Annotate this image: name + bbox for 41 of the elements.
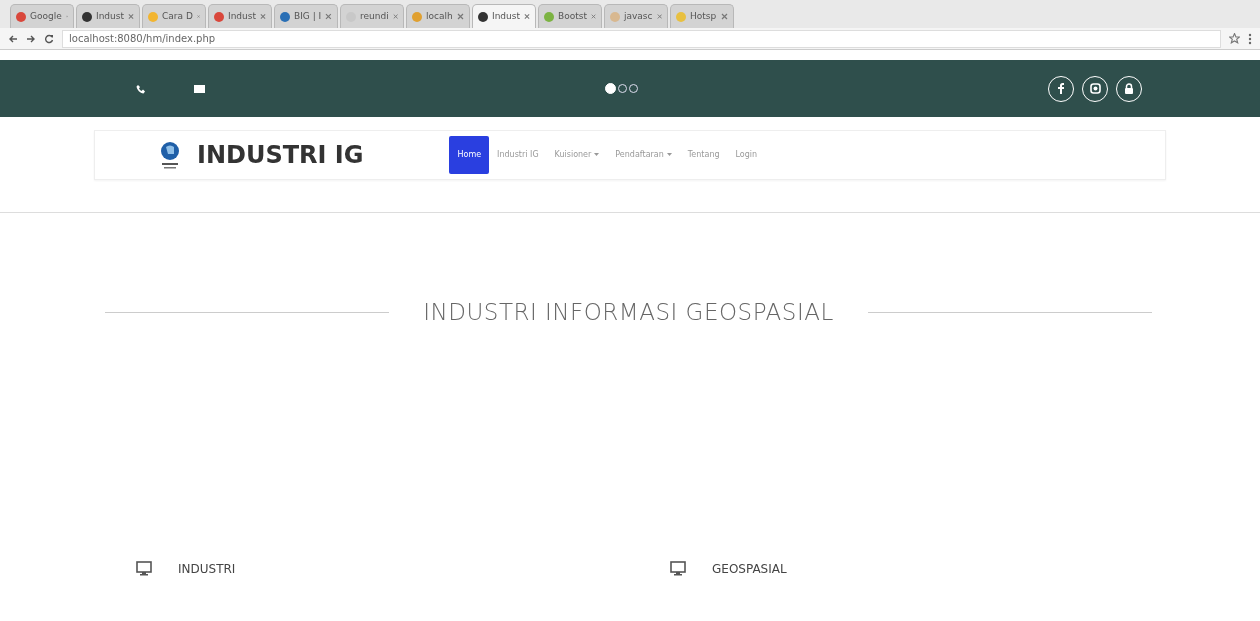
nav-link[interactable]: Tentang <box>679 136 728 174</box>
logo-icon <box>159 140 181 170</box>
close-icon[interactable] <box>128 13 134 20</box>
nav-link[interactable]: Home <box>449 136 490 174</box>
address-bar[interactable]: localhost:8080/hm/index.php <box>62 29 1221 48</box>
reload-icon[interactable] <box>44 33 54 44</box>
browser-tab[interactable]: Cara D <box>142 4 206 28</box>
feature-title: INDUSTRI <box>178 560 236 578</box>
close-icon[interactable] <box>457 13 464 20</box>
nav-link[interactable]: Kuisioner <box>546 136 608 174</box>
close-icon[interactable] <box>524 13 530 20</box>
browser-tab[interactable]: javasc <box>604 4 668 28</box>
close-icon[interactable] <box>590 13 596 20</box>
browser-tab[interactable]: localh <box>406 4 470 28</box>
close-icon[interactable] <box>325 13 332 20</box>
mail-icon <box>194 84 205 93</box>
close-icon[interactable] <box>656 13 662 20</box>
nav-link[interactable]: Industri IG <box>489 136 547 174</box>
nav-link[interactable]: Pendaftaran <box>607 136 680 174</box>
browser-tab[interactable]: BIG | I <box>274 4 338 28</box>
close-icon[interactable] <box>260 13 266 20</box>
browser-tab[interactable]: Google <box>10 4 74 28</box>
monitor-icon <box>136 561 152 576</box>
phone-icon <box>136 83 146 94</box>
browser-tab[interactable]: Indust <box>76 4 140 28</box>
browser-tab[interactable]: Indust <box>472 4 536 28</box>
close-icon[interactable] <box>392 13 398 20</box>
forward-icon[interactable] <box>26 33 36 44</box>
brand-title: INDUSTRI IG <box>197 140 364 171</box>
close-icon[interactable] <box>721 13 728 20</box>
nav-link[interactable]: Login <box>727 136 766 174</box>
browser-tab[interactable]: Hotsp <box>670 4 734 28</box>
monitor-icon <box>670 561 686 576</box>
browser-tab[interactable]: Indust <box>208 4 272 28</box>
menu-icon[interactable] <box>1248 32 1252 45</box>
feature-title: GEOSPASIAL <box>712 560 787 578</box>
star-icon[interactable] <box>1229 33 1240 44</box>
browser-tab[interactable]: reundi <box>340 4 404 28</box>
page-heading: INDUSTRI INFORMASI GEOSPASIAL <box>423 298 834 327</box>
back-icon[interactable] <box>8 33 18 44</box>
browser-tab[interactable]: Bootst <box>538 4 602 28</box>
